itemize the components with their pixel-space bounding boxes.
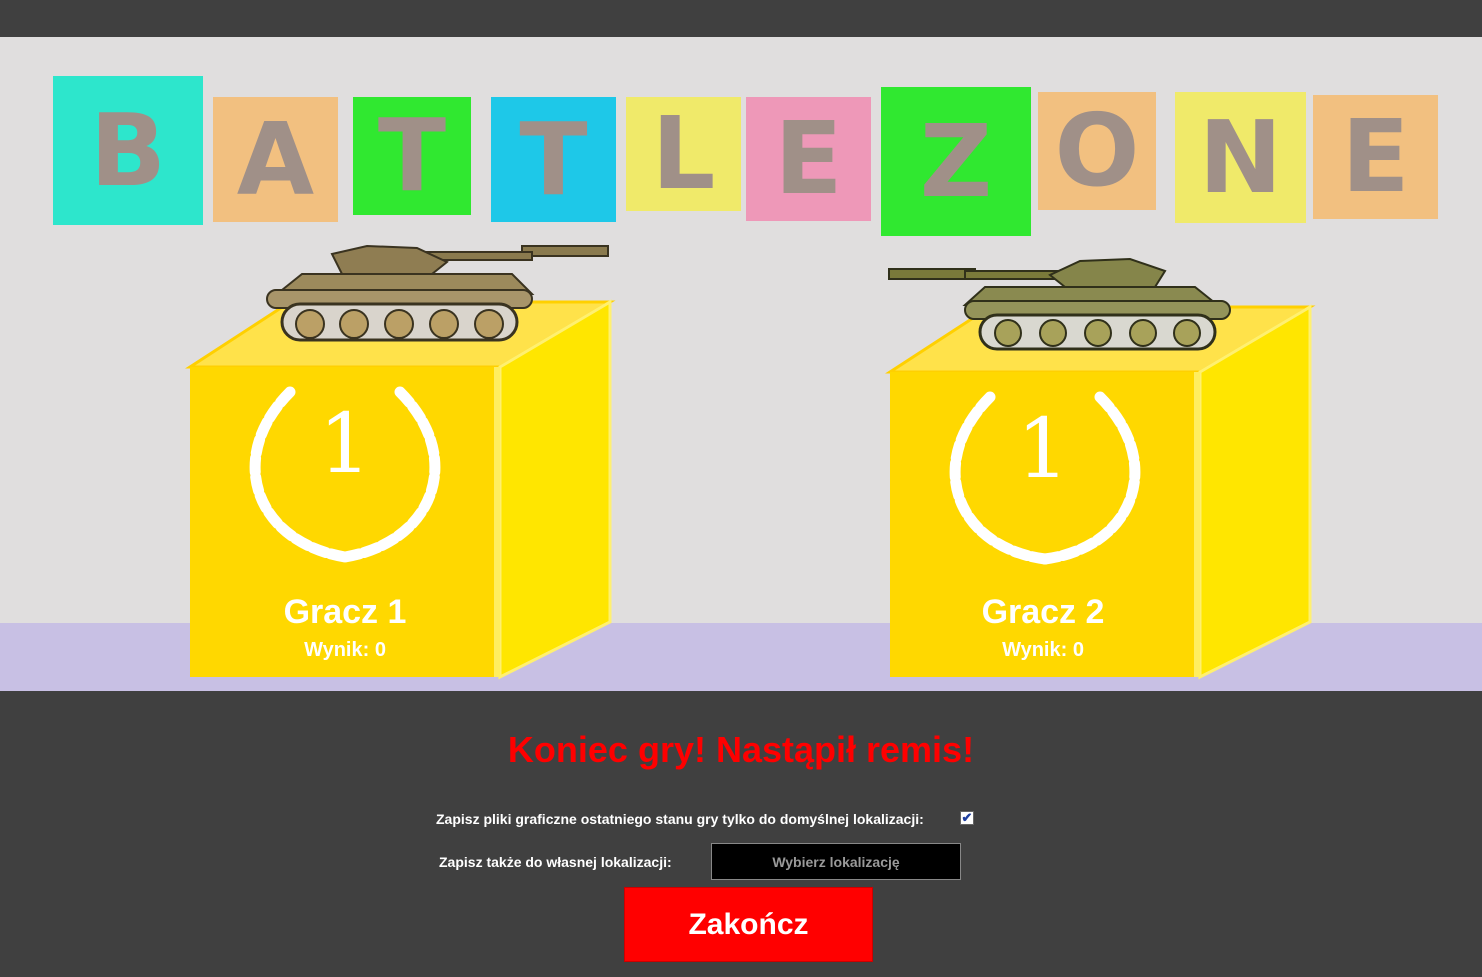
game-scene: B A T T L E Z O N E 1 Gracz 1 Wynik: 0 1…: [0, 37, 1482, 691]
end-game-button[interactable]: Zakończ: [624, 887, 873, 962]
title-letter: N: [1198, 98, 1283, 216]
title-tile-a: A: [213, 97, 338, 222]
choose-location-button[interactable]: Wybierz lokalizację: [711, 843, 961, 880]
result-message: Koniec gry! Nastąpił remis!: [507, 729, 975, 770]
title-letter: B: [89, 91, 167, 209]
title-letter: A: [236, 100, 315, 218]
title-letter: E: [1341, 98, 1410, 215]
player2-tank-icon: [888, 257, 1231, 351]
title-letter: O: [1054, 92, 1140, 209]
title-tile-l: L: [626, 97, 741, 211]
top-bar: [0, 0, 1482, 37]
title-letter: E: [774, 100, 843, 217]
title-tile-t2: T: [491, 97, 616, 222]
title-tile-n: N: [1175, 92, 1306, 223]
player1-name: Gracz 1: [283, 593, 407, 631]
player1-score: Wynik: 0: [304, 639, 386, 661]
title-letter: L: [651, 95, 716, 212]
player1-tank-icon: [266, 244, 609, 342]
title-tile-o: O: [1038, 92, 1156, 210]
player2-score: Wynik: 0: [1002, 639, 1084, 661]
title-letter: T: [377, 97, 447, 214]
save-default-label: Zapisz pliki graficzne ostatniego stanu …: [436, 811, 924, 827]
title-tile-e1: E: [746, 97, 871, 221]
player2-name: Gracz 2: [981, 593, 1105, 631]
save-default-checkbox[interactable]: ✔: [960, 811, 974, 825]
end-game-panel: Koniec gry! Nastąpił remis! Zapisz pliki…: [0, 691, 1482, 977]
title-tile-b: B: [53, 76, 203, 225]
title-tile-e2: E: [1313, 95, 1438, 219]
title-letter: Z: [919, 102, 993, 220]
title-letter: T: [519, 100, 588, 218]
title-tile-t1: T: [353, 97, 471, 215]
player1-place-number: 1: [318, 397, 372, 492]
title-tile-z: Z: [881, 87, 1031, 236]
save-custom-label: Zapisz także do własnej lokalizacji:: [439, 854, 672, 870]
player2-place-number: 1: [1016, 402, 1070, 497]
